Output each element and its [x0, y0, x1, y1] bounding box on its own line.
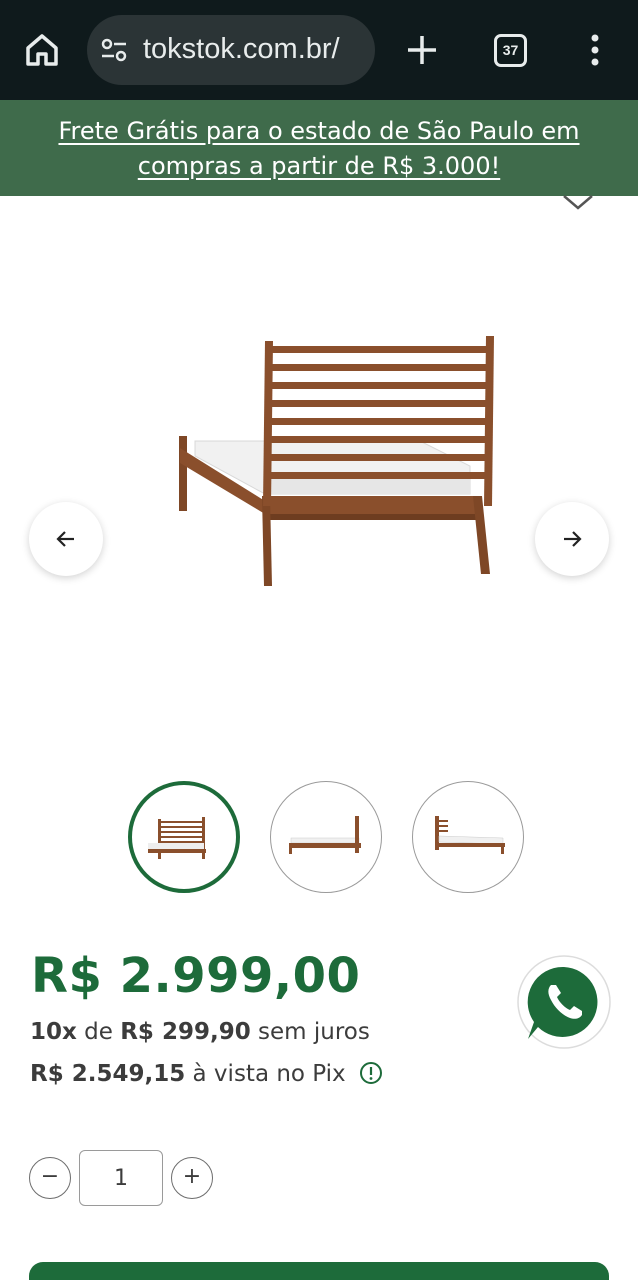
promo-link[interactable]: Frete Grátis para o estado de São Paulo …: [58, 117, 579, 180]
next-image-button[interactable]: [535, 502, 609, 576]
installments-de: de: [84, 1019, 113, 1045]
browser-toolbar: tokstok.com.br/ 37: [0, 0, 638, 100]
plus-icon[interactable]: [402, 30, 442, 70]
url-text[interactable]: tokstok.com.br/: [143, 33, 340, 66]
thumbnail-1[interactable]: [128, 781, 240, 893]
thumbnail-image: [435, 816, 505, 854]
installments-count: 10x: [30, 1019, 77, 1045]
product-price: R$ 2.999,00: [31, 948, 361, 1004]
info-icon[interactable]: [359, 1061, 383, 1085]
quantity-decrease-button[interactable]: −: [29, 1157, 71, 1199]
product-gallery: [0, 196, 638, 776]
prev-image-button[interactable]: [29, 502, 103, 576]
address-bar[interactable]: tokstok.com.br/: [87, 15, 375, 85]
arrow-right-icon: [564, 531, 582, 547]
installments-info: 10x de R$ 299,90 sem juros: [30, 1019, 370, 1045]
product-image: [179, 336, 494, 586]
home-icon[interactable]: [22, 30, 62, 70]
thumbnail-3[interactable]: [412, 781, 524, 893]
arrow-left-icon: [56, 531, 74, 547]
whatsapp-icon[interactable]: [514, 955, 612, 1053]
pix-info: R$ 2.549,15 à vista no Pix: [30, 1061, 383, 1087]
more-vert-icon[interactable]: [583, 30, 607, 70]
thumbnail-2[interactable]: [270, 781, 382, 893]
tab-switcher-button[interactable]: 37: [494, 34, 527, 67]
installments-value: R$ 299,90: [120, 1019, 251, 1045]
promo-banner: Frete Grátis para o estado de São Paulo …: [0, 100, 638, 196]
thumbnail-image: [148, 817, 206, 859]
pix-value: R$ 2.549,15: [30, 1061, 186, 1087]
site-settings-icon[interactable]: [99, 35, 129, 65]
buy-button[interactable]: [29, 1262, 609, 1280]
quantity-increase-button[interactable]: +: [171, 1157, 213, 1199]
thumbnail-image: [289, 816, 361, 854]
installments-suffix: sem juros: [258, 1019, 370, 1045]
quantity-input[interactable]: [79, 1150, 163, 1206]
pix-suffix: à vista no Pix: [192, 1061, 346, 1087]
